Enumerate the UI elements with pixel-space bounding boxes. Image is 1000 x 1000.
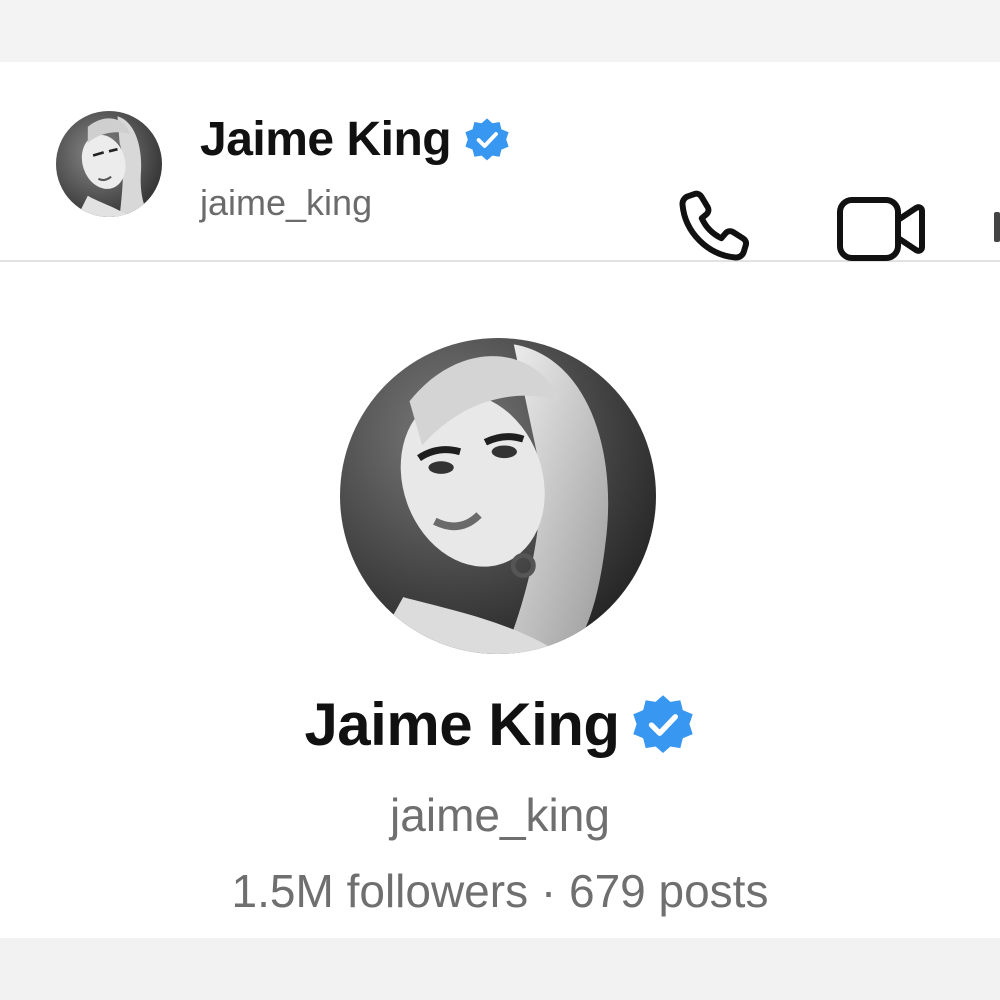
posts-count: 679 posts bbox=[568, 865, 769, 917]
verified-badge-icon bbox=[465, 117, 509, 160]
header-avatar[interactable] bbox=[56, 111, 162, 217]
chat-profile-card: Jaime King jaime_king Jaime King jaime_k… bbox=[0, 62, 1000, 938]
more-options-edge[interactable] bbox=[994, 212, 1000, 242]
profile-name: Jaime King bbox=[304, 691, 620, 758]
profile-handle: jaime_king bbox=[390, 789, 610, 841]
stats-separator: · bbox=[540, 865, 557, 917]
header-name: Jaime King bbox=[200, 113, 452, 166]
verified-badge-icon bbox=[632, 694, 693, 753]
phone-icon bbox=[679, 190, 750, 261]
bottom-background bbox=[0, 938, 1000, 1000]
header-name-row: Jaime King bbox=[200, 112, 511, 167]
chat-header: Jaime King jaime_king bbox=[0, 62, 1000, 262]
top-background bbox=[0, 0, 1000, 62]
audio-call-button[interactable] bbox=[672, 184, 756, 268]
avatar-photo bbox=[56, 111, 162, 217]
header-handle: jaime_king bbox=[200, 182, 373, 223]
profile-stats: 1.5M followers · 679 posts bbox=[0, 864, 1000, 918]
followers-count: 1.5M followers bbox=[231, 865, 529, 917]
video-camera-icon bbox=[837, 197, 925, 261]
profile-avatar[interactable] bbox=[340, 338, 656, 654]
profile-photo bbox=[340, 338, 656, 654]
profile-name-row: Jaime King bbox=[0, 690, 1000, 759]
video-call-button[interactable] bbox=[834, 192, 926, 266]
